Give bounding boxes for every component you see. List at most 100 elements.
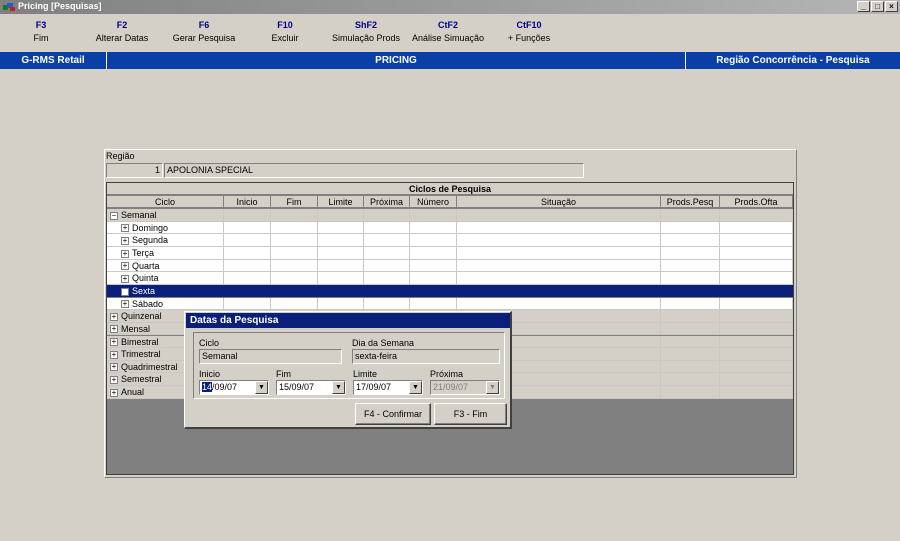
grid-cell[interactable] (661, 246, 720, 260)
grid-cell[interactable] (224, 284, 271, 298)
tree-node[interactable]: + Bimestral (107, 336, 159, 348)
alterar-datas-button[interactable]: F2 Alterar Datas (96, 20, 149, 43)
grid-cell[interactable] (720, 246, 793, 260)
table-row[interactable]: + Segunda (107, 234, 793, 247)
tree-node[interactable]: Sexta (107, 285, 155, 297)
grid-cell[interactable] (457, 259, 661, 273)
grid-cell[interactable] (364, 297, 410, 311)
grid-cell[interactable] (661, 234, 720, 247)
tree-node[interactable]: + Mensal (107, 323, 150, 335)
grid-cell[interactable] (224, 221, 271, 235)
inicio-date-select[interactable]: 14/09/07 ▼ (199, 380, 269, 395)
simulacao-prods-button[interactable]: ShF2 Simulação Prods (332, 20, 400, 43)
grid-cell[interactable] (457, 297, 661, 311)
grid-cell[interactable]: + Domingo (107, 221, 224, 235)
grid-cell[interactable] (661, 386, 720, 399)
fim-date-select[interactable]: 15/09/07 ▼ (276, 380, 346, 395)
column-header[interactable]: Próxima (364, 196, 410, 208)
table-row[interactable]: + Quarta (107, 259, 793, 273)
grid-cell[interactable] (271, 284, 318, 298)
grid-cell[interactable] (661, 284, 720, 298)
dropdown-arrow-icon[interactable]: ▼ (332, 381, 345, 394)
expand-icon[interactable]: + (110, 312, 118, 321)
column-header[interactable]: Ciclo (107, 196, 224, 208)
column-header[interactable]: Inicio (224, 196, 271, 208)
grid-cell[interactable]: + Segunda (107, 234, 224, 247)
grid-cell[interactable] (720, 322, 793, 336)
grid-cell[interactable] (661, 310, 720, 323)
tree-node[interactable]: + Domingo (107, 222, 168, 234)
grid-cell[interactable] (224, 234, 271, 247)
grid-cell[interactable] (410, 297, 457, 311)
table-row[interactable]: − Semanal (107, 209, 793, 222)
grid-cell[interactable] (318, 209, 364, 222)
grid-cell[interactable] (410, 246, 457, 260)
mais-funcoes-button[interactable]: CtF10 + Funções (508, 20, 550, 43)
grid-cell[interactable] (318, 272, 364, 285)
grid-cell[interactable] (720, 272, 793, 285)
grid-cell[interactable] (720, 221, 793, 235)
grid-cell[interactable] (224, 272, 271, 285)
grid-cell[interactable]: + Terça (107, 246, 224, 260)
grid-cell[interactable] (457, 246, 661, 260)
grid-cell[interactable] (720, 259, 793, 273)
column-header[interactable]: Número (410, 196, 457, 208)
grid-cell[interactable] (364, 209, 410, 222)
grid-cell[interactable] (720, 297, 793, 311)
maximize-button[interactable]: □ (871, 1, 884, 12)
grid-cell[interactable] (224, 246, 271, 260)
grid-cell[interactable]: + Quinta (107, 272, 224, 285)
grid-cell[interactable] (410, 234, 457, 247)
grid-cell[interactable] (661, 322, 720, 336)
grid-cell[interactable] (410, 272, 457, 285)
grid-cell[interactable] (457, 221, 661, 235)
expand-icon[interactable]: + (121, 274, 129, 283)
grid-cell[interactable] (318, 297, 364, 311)
grid-cell[interactable]: − Semanal (107, 209, 224, 222)
column-header[interactable]: Fim (271, 196, 318, 208)
region-code-field[interactable]: 1 (106, 163, 163, 178)
grid-cell[interactable] (720, 360, 793, 374)
expand-icon[interactable]: + (121, 236, 129, 245)
expand-icon[interactable]: + (110, 338, 118, 347)
tree-node[interactable]: + Quarta (107, 260, 160, 272)
grid-cell[interactable] (410, 221, 457, 235)
fim-button[interactable]: F3 Fim (34, 20, 49, 43)
grid-cell[interactable] (364, 221, 410, 235)
tree-node[interactable]: + Semestral (107, 373, 162, 385)
table-row[interactable]: + Quinta (107, 272, 793, 285)
excluir-button[interactable]: F10 Excluir (271, 20, 298, 43)
grid-cell[interactable]: Sexta (107, 284, 224, 298)
grid-cell[interactable] (318, 234, 364, 247)
analise-simulacao-button[interactable]: CtF2 Análise Simuação (412, 20, 484, 43)
column-header[interactable]: Prods.Pesq (661, 196, 720, 208)
grid-cell[interactable] (720, 284, 793, 298)
grid-cell[interactable] (364, 284, 410, 298)
grid-cell[interactable] (661, 348, 720, 361)
tree-node[interactable]: + Quinta (107, 272, 159, 284)
grid-cell[interactable]: + Sábado (107, 297, 224, 311)
expand-icon[interactable]: + (121, 262, 129, 271)
grid-cell[interactable] (661, 259, 720, 273)
tree-node[interactable]: + Terça (107, 247, 154, 259)
table-row[interactable]: + Terça (107, 246, 793, 260)
tree-node[interactable]: + Sábado (107, 298, 163, 310)
dropdown-arrow-icon[interactable]: ▼ (409, 381, 422, 394)
fim-dialog-button[interactable]: F3 - Fim (434, 403, 507, 425)
grid-cell[interactable] (720, 348, 793, 361)
tree-node[interactable]: + Trimestral (107, 348, 161, 360)
grid-cell[interactable] (318, 259, 364, 273)
table-row[interactable]: Sexta (107, 284, 793, 298)
grid-cell[interactable] (661, 335, 720, 349)
grid-cell[interactable] (720, 310, 793, 323)
grid-cell[interactable] (457, 234, 661, 247)
grid-cell[interactable] (318, 284, 364, 298)
grid-cell[interactable]: + Quarta (107, 259, 224, 273)
column-header[interactable]: Situação (457, 196, 661, 208)
column-header[interactable]: Prods.Ofta (720, 196, 793, 208)
grid-cell[interactable] (661, 272, 720, 285)
collapse-icon[interactable]: − (110, 211, 118, 220)
tree-node[interactable]: + Quinzenal (107, 310, 162, 322)
grid-cell[interactable] (661, 360, 720, 374)
grid-cell[interactable] (457, 284, 661, 298)
